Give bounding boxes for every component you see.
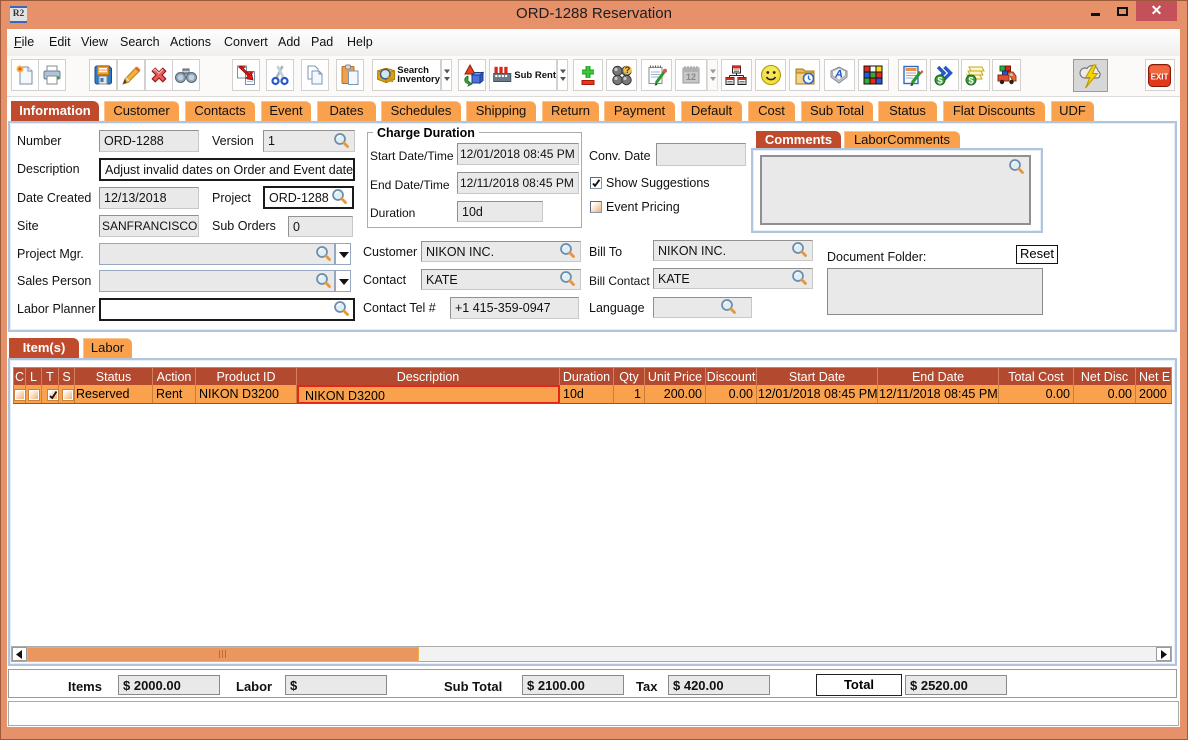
svg-text:EXIT: EXIT (1151, 72, 1169, 81)
svg-text:12: 12 (685, 72, 695, 82)
svg-text:$: $ (968, 76, 974, 87)
svg-text:?: ? (624, 65, 630, 75)
svg-text:A: A (834, 69, 843, 81)
svg-text:$: $ (937, 76, 943, 87)
